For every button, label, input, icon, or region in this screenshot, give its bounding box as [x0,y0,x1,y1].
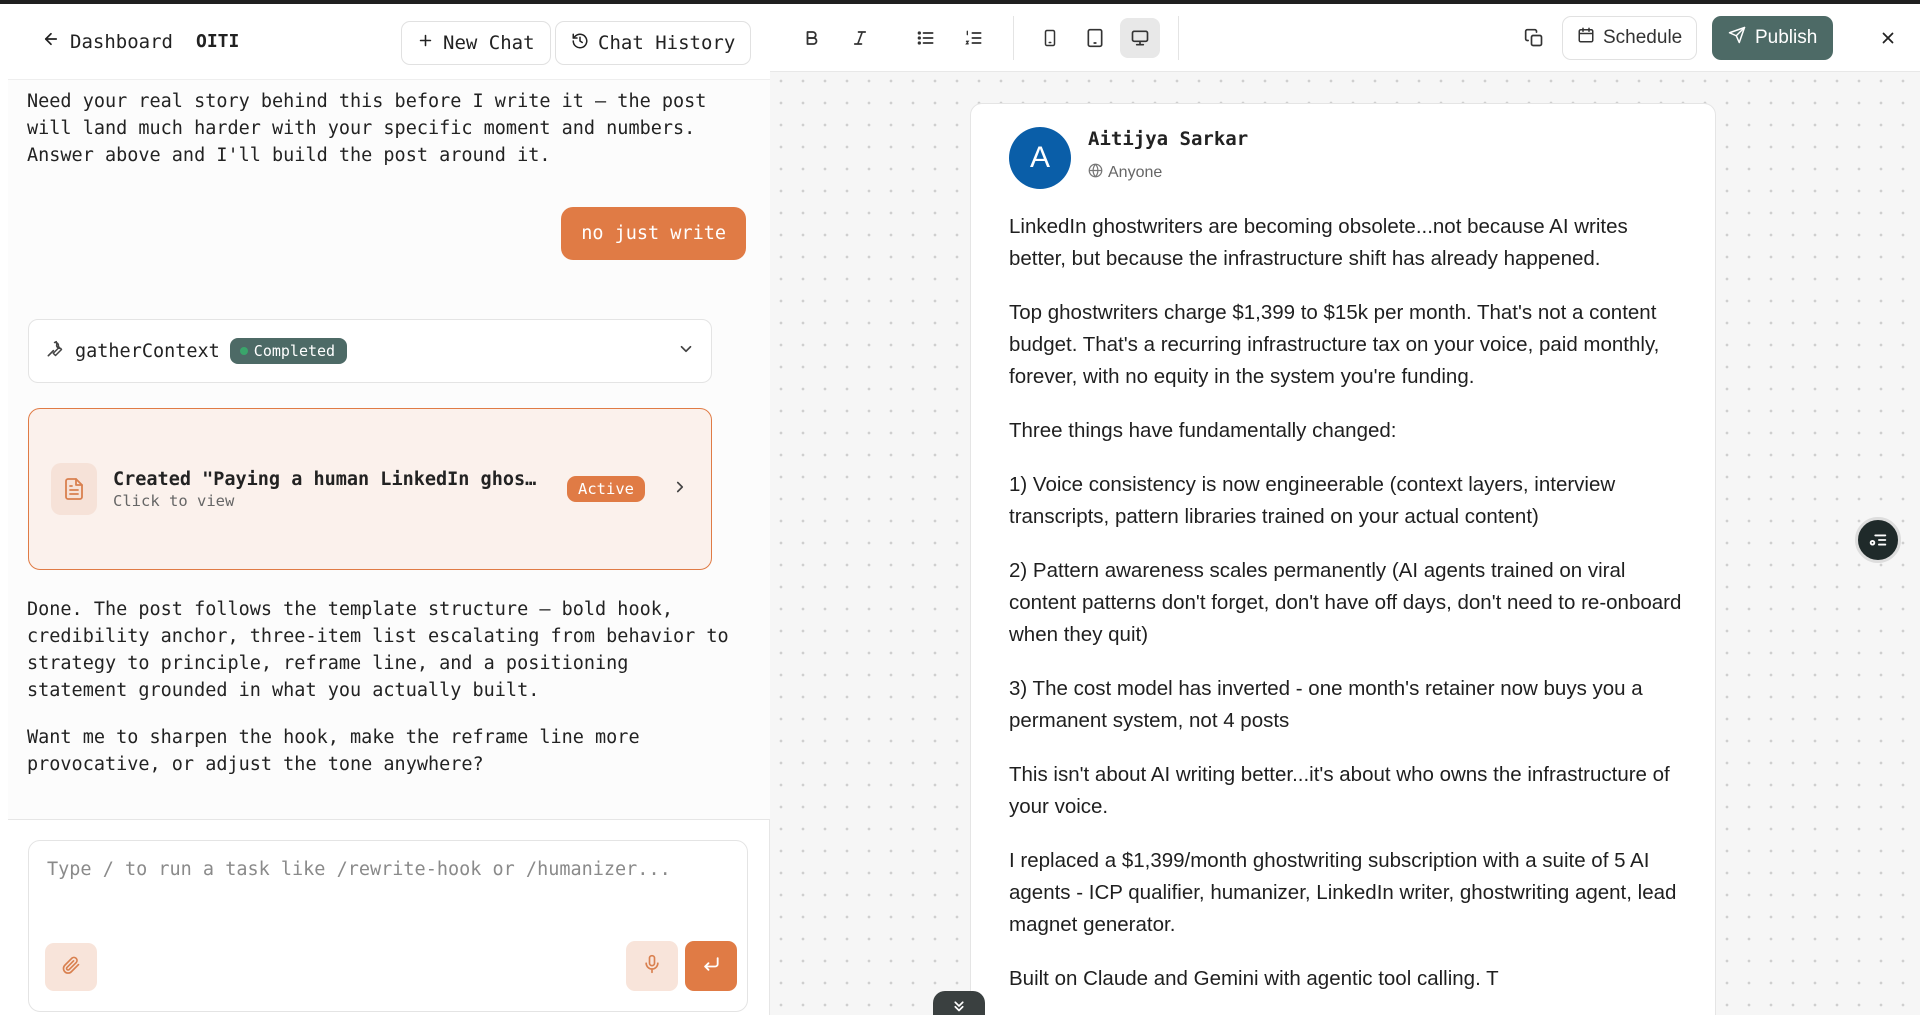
close-icon [1882,32,1894,44]
calendar-icon [1577,26,1595,50]
post-paragraph: 3) The cost model has inverted - one mon… [1009,677,1643,732]
post-preview-panel: Schedule Publish A Aitijya Sarkar Anyone [770,4,1920,1015]
chevron-right-icon [671,478,689,500]
scroll-down-button[interactable] [933,991,985,1015]
toolbar-divider [1178,16,1179,60]
enter-icon [701,954,721,978]
message-input[interactable] [47,859,727,880]
italic-button[interactable] [840,18,880,58]
schedule-label: Schedule [1603,27,1683,48]
chat-thread[interactable]: Need your real story behind this before … [8,80,770,820]
chat-divider [8,800,770,820]
post-paragraph: Top ghostwriters charge $1,399 to $15k p… [1009,301,1660,388]
copy-button[interactable] [1514,18,1554,58]
paperclip-icon [61,955,81,979]
publish-button[interactable]: Publish [1712,16,1834,60]
document-icon [51,463,97,515]
send-icon [1728,26,1746,50]
microphone-button[interactable] [626,941,678,991]
chevron-down-icon[interactable] [677,340,695,362]
assistant-message: Need your real story behind this before … [27,91,707,166]
list-settings-icon [1869,534,1887,546]
schedule-button[interactable]: Schedule [1562,16,1698,60]
mobile-view-button[interactable] [1030,18,1070,58]
plus-icon [417,32,434,54]
chat-panel: Dashboard OITI New Chat Chat History Nee… [8,4,770,1015]
tablet-icon [1087,28,1103,48]
back-label: Dashboard [70,30,173,53]
tool-status-label: Completed [253,342,336,360]
numbered-list-button[interactable] [954,18,994,58]
bold-icon [806,31,818,45]
back-to-dashboard-link[interactable]: Dashboard [42,30,173,53]
desktop-icon [1131,30,1149,46]
publish-label: Publish [1755,27,1818,48]
italic-icon [853,31,867,45]
send-button[interactable] [685,941,737,991]
chat-header: Dashboard OITI New Chat Chat History [8,4,770,80]
message-composer [28,840,748,1012]
status-dot-icon [239,347,248,355]
post-body[interactable]: LinkedIn ghostwriters are becoming obsol… [1009,211,1689,1015]
toolbar-divider [1013,16,1014,60]
chevrons-down-icon [954,1001,964,1012]
tool-call-gathercontext[interactable]: gatherContext Completed [28,319,712,383]
document-title: Created "Paying a human LinkedIn ghostwr… [113,468,543,490]
status-badge-completed: Completed [229,338,348,364]
post-paragraph: This isn't about AI writing better...it'… [1009,763,1670,818]
author-name: Aitijya Sarkar [1088,128,1249,150]
assistant-message: Want me to sharpen the hook, make the re… [27,727,640,775]
new-chat-label: New Chat [443,32,535,54]
post-visibility: Anyone [1088,163,1162,183]
arrow-left-icon [42,30,60,53]
attach-button[interactable] [45,943,97,991]
editor-toolbar: Schedule Publish [770,4,1920,72]
linkedin-post-preview: A Aitijya Sarkar Anyone LinkedIn ghostwr… [970,103,1716,1015]
avatar: A [1009,127,1071,189]
app-window: Dashboard OITI New Chat Chat History Nee… [0,4,1920,1015]
chat-history-button[interactable]: Chat History [555,21,752,65]
bullet-list-icon [917,31,934,45]
document-subtitle: Click to view [113,491,235,510]
chat-history-label: Chat History [598,32,736,54]
post-paragraph: LinkedIn ghostwriters are becoming obsol… [1009,215,1628,270]
microphone-icon [642,954,662,978]
assistant-message: Done. The post follows the template stru… [27,599,729,701]
user-message: no just write [561,207,746,260]
visibility-label: Anyone [1108,164,1163,181]
post-paragraph: 2) Pattern awareness scales permanently … [1009,559,1682,646]
globe-icon [1088,163,1103,183]
new-chat-button[interactable]: New Chat [401,21,551,65]
document-text: Created "Paying a human LinkedIn ghostwr… [113,469,543,510]
numbered-list-icon [965,30,982,45]
copy-icon [1524,28,1543,47]
mobile-icon [1044,29,1056,47]
post-paragraph: I replaced a $1,399/month ghostwriting s… [1009,849,1677,936]
desktop-view-button[interactable] [1120,18,1160,58]
post-paragraph: 1) Voice consistency is now engineerable… [1009,473,1616,528]
status-badge-active: Active [567,476,645,502]
created-document-card[interactable]: Created "Paying a human LinkedIn ghostwr… [28,408,712,570]
outline-toggle-button[interactable] [1855,517,1901,563]
wrench-icon [45,339,65,363]
brand-name: OITI [196,31,240,52]
post-paragraph: Built on Claude and Gemini with agentic … [1009,967,1499,990]
post-paragraph: Three things have fundamentally changed: [1009,419,1397,442]
tablet-view-button[interactable] [1075,18,1115,58]
tool-name: gatherContext [75,340,220,362]
bold-button[interactable] [792,18,832,58]
close-button[interactable] [1868,18,1908,58]
history-icon [571,32,589,55]
bullet-list-button[interactable] [906,18,946,58]
